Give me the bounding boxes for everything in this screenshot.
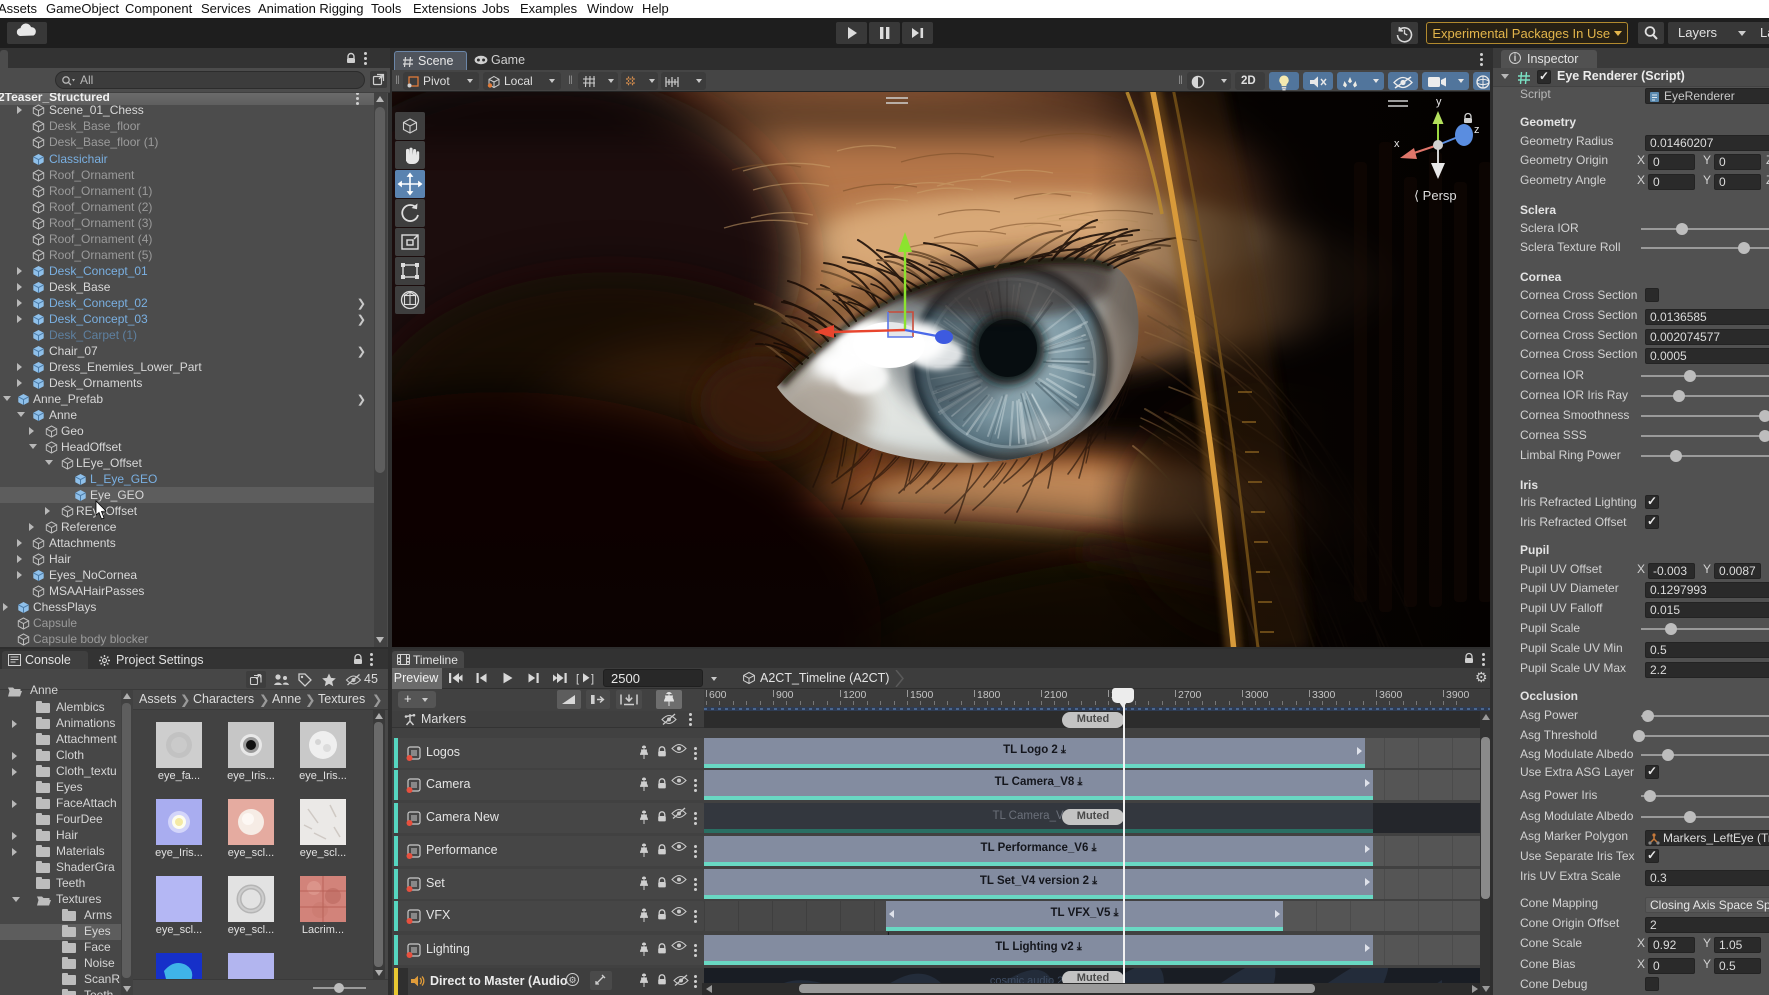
svg-text:⟨ Persp: ⟨ Persp <box>1414 188 1457 203</box>
svg-text:y: y <box>1436 96 1442 108</box>
svg-text:z: z <box>1474 124 1480 136</box>
svg-text:]: ] <box>591 673 594 685</box>
svg-text:x: x <box>1394 138 1400 150</box>
svg-text:[: [ <box>576 673 579 685</box>
